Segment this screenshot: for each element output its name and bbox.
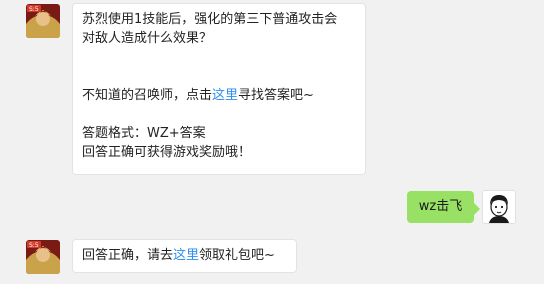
confirmation-text-after: 领取礼包吧~ (199, 248, 275, 263)
question-line-2: 对敌人造成什么效果？ (82, 31, 213, 46)
confirmation-text-before: 回答正确，请去 (82, 248, 174, 263)
hint-text-before: 不知道的召唤师，点击 (82, 88, 213, 103)
hint-text-after: 寻找答案吧~ (238, 88, 314, 103)
game-hero-avatar-icon: S:5 (26, 4, 60, 38)
question-message-bubble: 苏烈使用1技能后，强化的第三下普通攻击会 对敌人造成什么效果？ 不知道的召唤师，… (72, 3, 366, 175)
user-avatar[interactable] (482, 190, 516, 224)
user-reply-bubble: wz击飞 (407, 191, 480, 223)
gift-link[interactable]: 这里 (173, 248, 199, 263)
avatar-badge: S:5 (29, 242, 39, 249)
reward-line: 回答正确可获得游戏奖励哦！ (82, 145, 252, 160)
answer-link[interactable]: 这里 (212, 88, 238, 103)
question-line-1: 苏烈使用1技能后，强化的第三下普通攻击会 (82, 12, 338, 27)
hint-line: 不知道的召唤师，点击这里寻找答案吧~ (82, 86, 356, 105)
user-reply-text: wz击飞 (418, 199, 463, 214)
user-cartoon-avatar-icon (483, 191, 515, 223)
bot-avatar[interactable]: S:5 (26, 240, 60, 274)
bot-avatar[interactable]: S:5 (26, 4, 60, 38)
answer-format-line: 答题格式：WZ+答案 (82, 126, 206, 141)
avatar-badge: S:5 (29, 6, 39, 13)
game-hero-avatar-icon: S:5 (26, 240, 60, 274)
confirmation-message-bubble: 回答正确，请去这里领取礼包吧~ (72, 239, 297, 273)
